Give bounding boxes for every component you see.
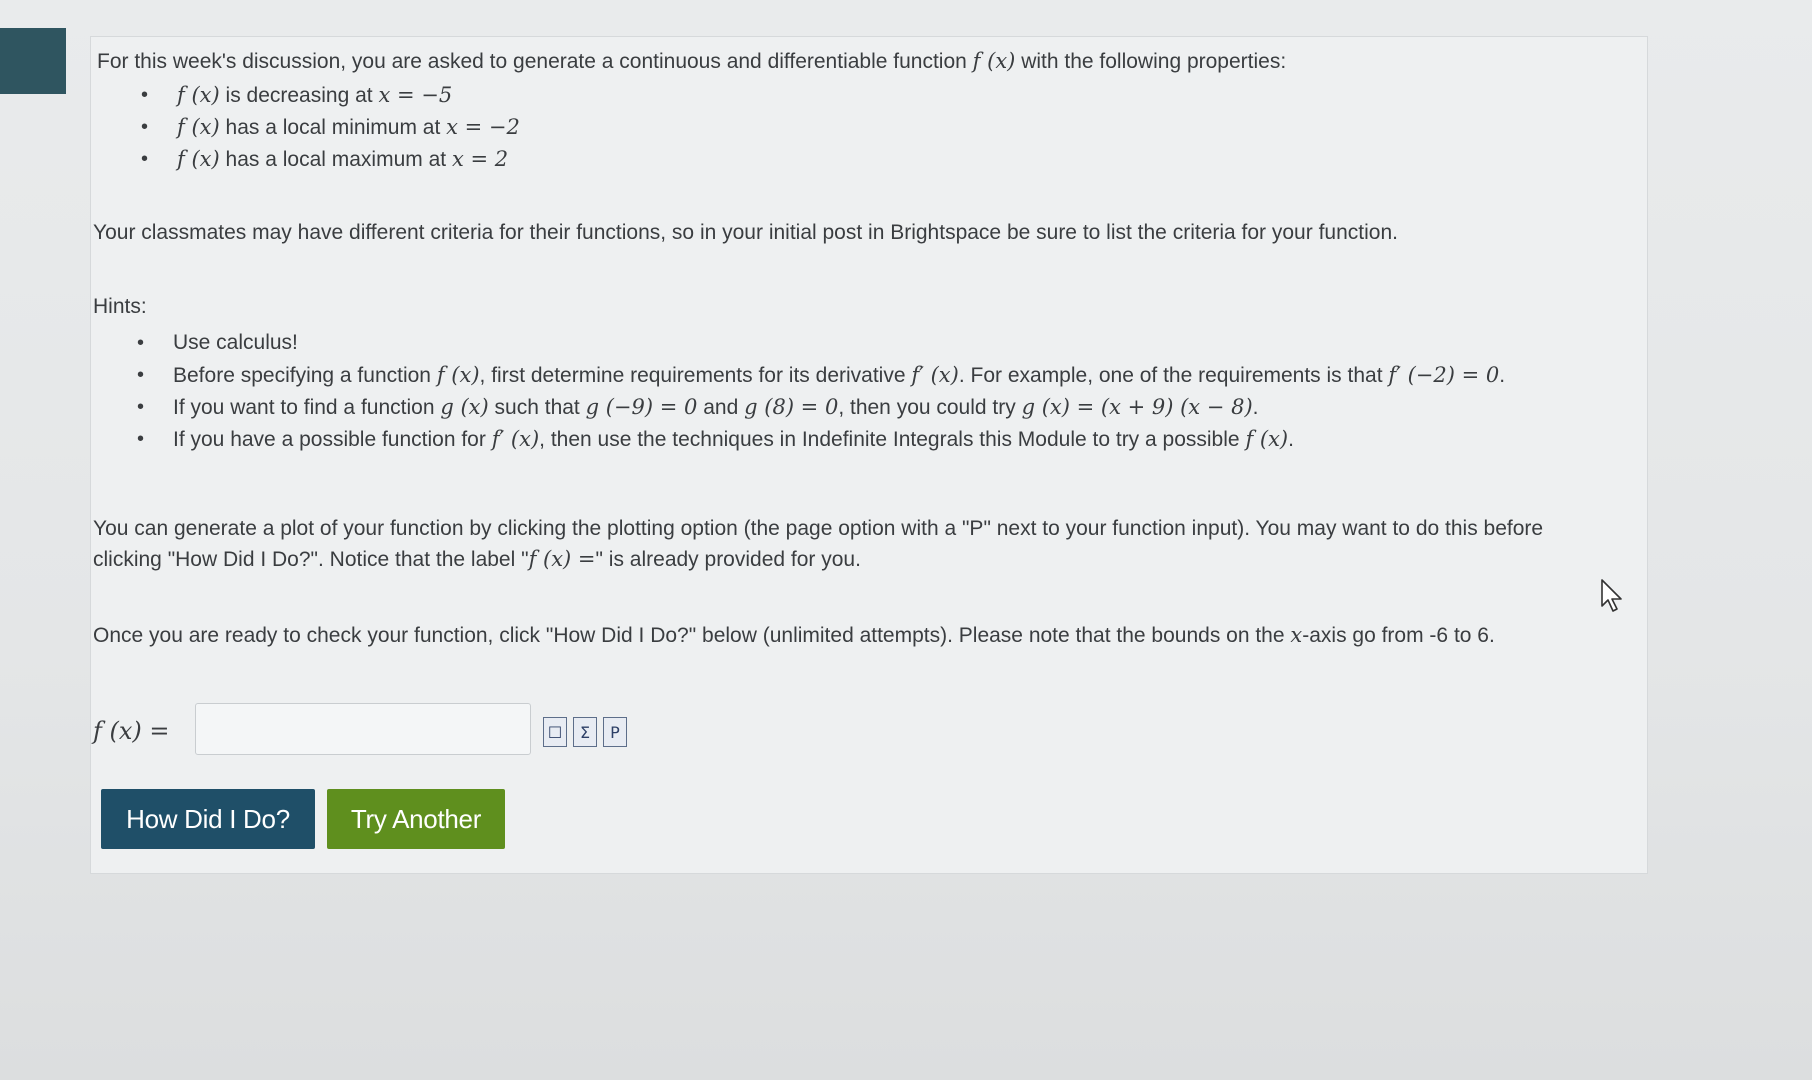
hint-item: If you have a possible function for f′ (… bbox=[137, 423, 1505, 455]
check-note: Once you are ready to check your functio… bbox=[93, 623, 1495, 647]
hint-item: If you want to find a function g (x) suc… bbox=[137, 391, 1505, 423]
plot-icon[interactable]: P bbox=[603, 717, 627, 747]
plot-note-line2: clicking "How Did I Do?". Notice that th… bbox=[93, 547, 861, 571]
answer-label: f (x) = bbox=[93, 717, 170, 745]
equation-editor-icon[interactable]: ☐ bbox=[543, 717, 567, 747]
hint-item: Use calculus! bbox=[137, 327, 1505, 359]
function-input[interactable] bbox=[195, 703, 531, 755]
how-did-i-do-button[interactable]: How Did I Do? bbox=[101, 789, 315, 849]
question-panel: For this week's discussion, you are aske… bbox=[90, 36, 1648, 874]
plot-note-line1: You can generate a plot of your function… bbox=[93, 517, 1544, 540]
side-tab[interactable] bbox=[0, 28, 66, 94]
hints-heading: Hints: bbox=[93, 295, 147, 318]
hint-item: Before specifying a function f (x), firs… bbox=[137, 359, 1505, 391]
property-item: f (x) has a local minimum at x = −2 bbox=[141, 111, 520, 143]
mouse-cursor-icon bbox=[1601, 579, 1622, 612]
intro-text: For this week's discussion, you are aske… bbox=[97, 49, 1287, 73]
property-item: f (x) is decreasing at x = −5 bbox=[141, 79, 520, 111]
properties-list: f (x) is decreasing at x = −5 f (x) has … bbox=[141, 79, 520, 175]
classmates-note: Your classmates may have different crite… bbox=[93, 221, 1398, 244]
sigma-icon[interactable]: Σ bbox=[573, 717, 597, 747]
property-item: f (x) has a local maximum at x = 2 bbox=[141, 143, 520, 175]
hints-list: Use calculus! Before specifying a functi… bbox=[137, 327, 1505, 455]
input-tools: ☐ Σ P bbox=[543, 717, 627, 747]
try-another-button[interactable]: Try Another bbox=[327, 789, 505, 849]
